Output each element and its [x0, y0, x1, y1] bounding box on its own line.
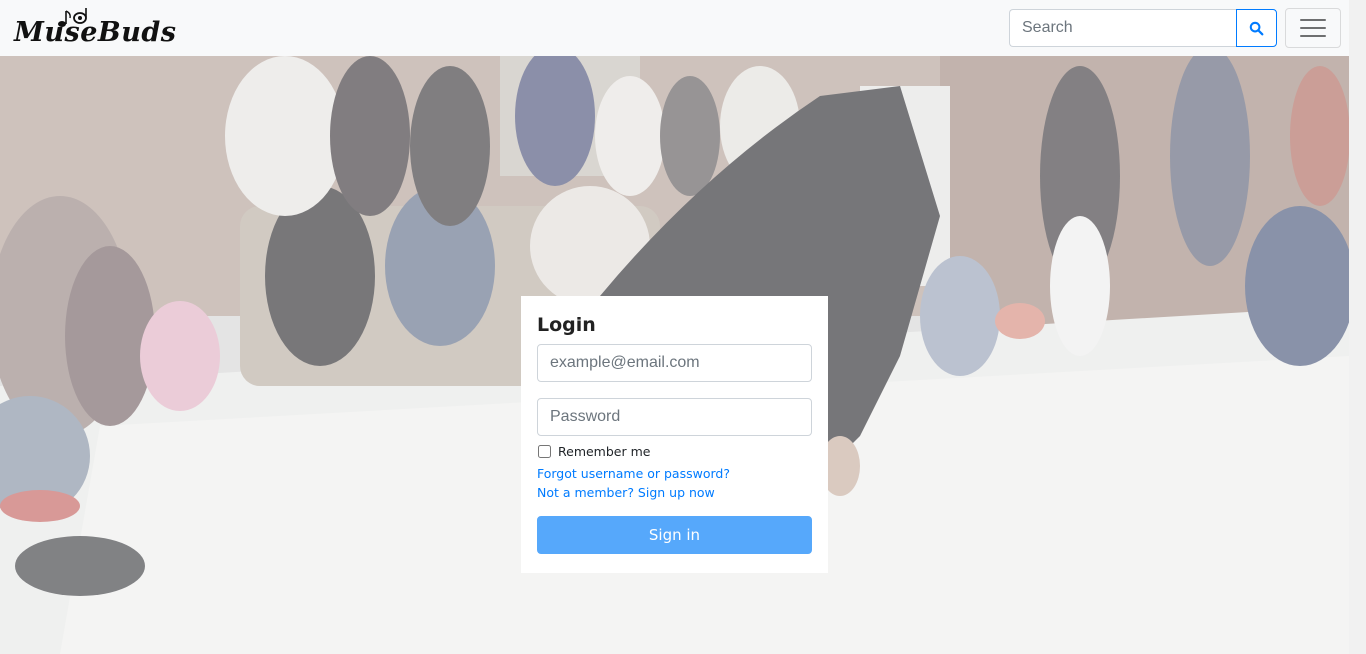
search-icon [1249, 21, 1264, 35]
hamburger-menu-icon-line [1300, 27, 1326, 29]
navbar-toggler-button[interactable] [1285, 8, 1341, 48]
search-input[interactable] [1009, 9, 1237, 47]
search-button[interactable] [1236, 9, 1277, 47]
hamburger-menu-icon [1300, 19, 1326, 21]
login-form: Login Remember me Forgot username or pas… [521, 296, 828, 573]
email-field[interactable] [537, 344, 812, 382]
music-notes-icon [58, 8, 87, 27]
remember-me-label[interactable]: Remember me [558, 444, 650, 459]
hamburger-menu-icon-line [1300, 35, 1326, 37]
navbar: MuseBuds [0, 0, 1349, 56]
remember-me-checkbox[interactable] [538, 444, 551, 458]
password-field[interactable] [537, 398, 812, 436]
signup-link[interactable]: Not a member? Sign up now [537, 483, 812, 502]
sign-in-button[interactable]: Sign in [537, 516, 812, 554]
login-title: Login [537, 314, 596, 336]
forgot-password-link[interactable]: Forgot username or password? [537, 464, 812, 483]
page-scrollbar[interactable] [1349, 0, 1366, 654]
brand-logo[interactable]: MuseBuds [14, 8, 176, 50]
remember-me-row: Remember me [537, 444, 812, 459]
